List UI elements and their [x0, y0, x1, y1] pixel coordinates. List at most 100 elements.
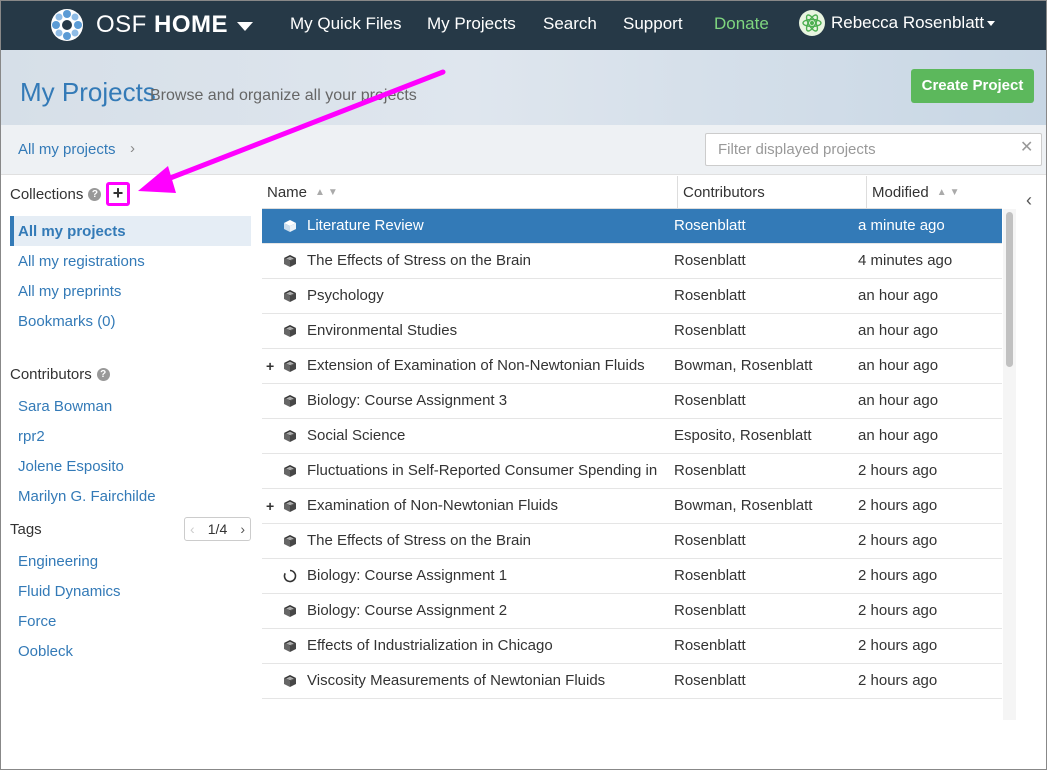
table-row[interactable]: The Effects of Stress on the Brain Rosenb…: [262, 524, 1002, 559]
project-name[interactable]: Examination of Non-Newtonian Fluids: [307, 497, 662, 514]
project-contributors: Rosenblatt: [674, 287, 746, 304]
breadcrumb[interactable]: All my projects: [18, 141, 116, 158]
navbar: OSF HOME My Quick Files My Projects Sear…: [0, 0, 1047, 50]
column-name-header[interactable]: Name ▲▼: [267, 176, 341, 209]
project-contributors: Rosenblatt: [674, 217, 746, 234]
tag-link[interactable]: Fluid Dynamics: [18, 583, 121, 600]
sidebar: Collections ? + All my projects All my r…: [0, 176, 262, 770]
project-contributors: Rosenblatt: [674, 252, 746, 269]
filter-input[interactable]: [705, 133, 1042, 166]
column-divider[interactable]: [866, 176, 867, 209]
cube-icon: [284, 325, 296, 337]
user-menu[interactable]: Rebecca Rosenblatt: [799, 10, 996, 36]
project-modified: 2 hours ago: [858, 497, 938, 514]
project-modified: 2 hours ago: [858, 532, 938, 549]
project-name[interactable]: Extension of Examination of Non-Newtonia…: [307, 357, 662, 374]
project-name[interactable]: Social Science: [307, 427, 662, 444]
table-row[interactable]: Psychology Rosenblatt an hour ago: [262, 279, 1002, 314]
table-row[interactable]: Biology: Course Assignment 3 Rosenblatt an…: [262, 384, 1002, 419]
collection-all-preprints[interactable]: All my preprints: [18, 283, 121, 300]
cube-icon: [284, 255, 296, 267]
collection-all-projects[interactable]: All my projects: [18, 223, 126, 240]
table-row[interactable]: Biology: Course Assignment 1 Rosenblatt 2 …: [262, 559, 1002, 594]
contributor-link[interactable]: Sara Bowman: [18, 398, 112, 415]
table-row[interactable]: Effects of Industrialization in Chicago R…: [262, 629, 1002, 664]
nav-support[interactable]: Support: [623, 0, 683, 50]
add-collection-button[interactable]: +: [106, 182, 130, 206]
clear-filter-icon[interactable]: ✕: [1020, 140, 1033, 156]
cube-icon: [284, 500, 296, 512]
column-name-label: Name: [267, 183, 308, 201]
help-icon[interactable]: ?: [96, 368, 110, 381]
project-name[interactable]: Biology: Course Assignment 3: [307, 392, 662, 409]
table-row[interactable]: The Effects of Stress on the Brain Rosenb…: [262, 244, 1002, 279]
project-name[interactable]: Psychology: [307, 287, 662, 304]
caret-down-icon: [987, 20, 996, 26]
page-subtitle: Browse and organize all your projects: [150, 87, 417, 104]
column-modified-header[interactable]: Modified ▲▼: [872, 176, 963, 209]
table-row[interactable]: Fluctuations in Self-Reported Consumer S…: [262, 454, 1002, 489]
project-contributors: Rosenblatt: [674, 637, 746, 654]
table-row[interactable]: Biology: Course Assignment 2 Rosenblatt 2 …: [262, 594, 1002, 629]
table-row[interactable]: Environmental Studies Rosenblatt an hour a…: [262, 314, 1002, 349]
collections-heading: Collections ?: [10, 186, 102, 203]
nav-my-projects[interactable]: My Projects: [427, 0, 516, 50]
table-row[interactable]: + Examination of Non-Newtonian Fluids Bowm…: [262, 489, 1002, 524]
table-row[interactable]: Literature Review Rosenblatt a minute ago: [262, 209, 1002, 244]
contributor-link[interactable]: Jolene Esposito: [18, 458, 124, 475]
project-contributors: Rosenblatt: [674, 322, 746, 339]
project-name[interactable]: Literature Review: [307, 217, 662, 234]
nav-search[interactable]: Search: [543, 0, 597, 50]
user-name: Rebecca Rosenblatt: [831, 13, 985, 32]
nav-donate[interactable]: Donate: [714, 0, 769, 50]
contributor-link[interactable]: rpr2: [18, 428, 45, 445]
osf-home-menu[interactable]: OSF HOME: [50, 8, 254, 42]
project-modified: 2 hours ago: [858, 672, 938, 689]
page-title: My Projects: [20, 77, 156, 107]
project-contributors: Rosenblatt: [674, 532, 746, 549]
project-contributors: Rosenblatt: [674, 392, 746, 409]
project-contributors: Rosenblatt: [674, 567, 746, 584]
project-name[interactable]: Biology: Course Assignment 2: [307, 602, 662, 619]
project-name[interactable]: Viscosity Measurements of Newtonian Flui…: [307, 672, 662, 689]
project-modified: 2 hours ago: [858, 567, 938, 584]
chevron-right-icon: ›: [130, 140, 135, 157]
table-row[interactable]: + Extension of Examination of Non-Newtoni…: [262, 349, 1002, 384]
project-name[interactable]: Effects of Industrialization in Chicago: [307, 637, 662, 654]
project-name[interactable]: Biology: Course Assignment 1: [307, 567, 662, 584]
cube-icon: [284, 360, 296, 372]
scrollbar-thumb[interactable]: [1006, 212, 1013, 367]
project-name[interactable]: The Effects of Stress on the Brain: [307, 532, 662, 549]
cube-icon: [284, 675, 296, 687]
column-divider[interactable]: [677, 176, 678, 209]
sort-icon[interactable]: ▲▼: [937, 175, 963, 211]
project-name[interactable]: Fluctuations in Self-Reported Consumer S…: [307, 462, 662, 479]
chevron-right-icon[interactable]: ›: [240, 521, 245, 537]
cube-icon: [284, 395, 296, 407]
project-name[interactable]: The Effects of Stress on the Brain: [307, 252, 662, 269]
sort-icon[interactable]: ▲▼: [315, 175, 341, 211]
cube-icon: [284, 465, 296, 477]
tag-link[interactable]: Engineering: [18, 553, 98, 570]
nav-my-quick-files[interactable]: My Quick Files: [290, 0, 401, 50]
chevron-left-icon[interactable]: ‹: [190, 521, 195, 537]
create-project-button[interactable]: Create Project: [911, 69, 1034, 103]
project-modified: 2 hours ago: [858, 637, 938, 654]
table-row[interactable]: Viscosity Measurements of Newtonian Flui…: [262, 664, 1002, 699]
collection-all-registrations[interactable]: All my registrations: [18, 253, 145, 270]
avatar: [799, 10, 825, 36]
brand-home: HOME: [154, 11, 229, 38]
table-row[interactable]: Social Science Esposito, Rosenblatt an hou…: [262, 419, 1002, 454]
table-header: Name ▲▼ Contributors Modified ▲▼: [262, 176, 1002, 209]
tag-link[interactable]: Force: [18, 613, 56, 630]
expand-icon[interactable]: +: [266, 358, 274, 374]
tag-link[interactable]: Oobleck: [18, 643, 73, 660]
project-name[interactable]: Environmental Studies: [307, 322, 662, 339]
contributors-heading: Contributors ?: [10, 366, 110, 383]
contributor-link[interactable]: Marilyn G. Fairchilde: [18, 488, 156, 505]
collection-bookmarks[interactable]: Bookmarks (0): [18, 313, 116, 330]
chevron-left-icon[interactable]: ‹: [1026, 190, 1032, 211]
project-modified: a minute ago: [858, 217, 945, 234]
help-icon[interactable]: ?: [88, 188, 102, 201]
expand-icon[interactable]: +: [266, 498, 274, 514]
